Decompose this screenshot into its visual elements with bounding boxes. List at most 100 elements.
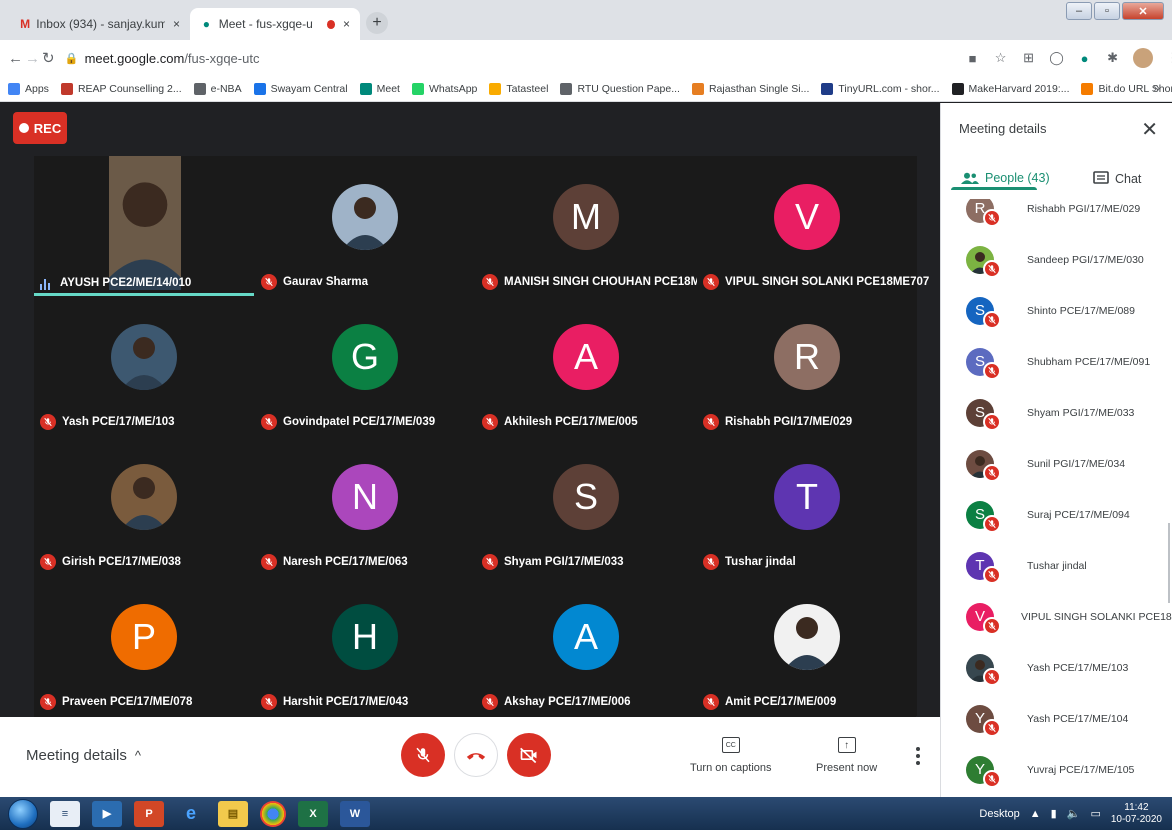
address-bar[interactable]: 🔒 meet.google.com/fus-xgqe-utc xyxy=(65,44,965,72)
bookmark-item[interactable]: REAP Counselling 2... xyxy=(60,82,182,95)
bookmark-label: Apps xyxy=(25,82,49,95)
bookmark-item[interactable]: Meet xyxy=(359,82,400,95)
bookmarks-overflow-icon[interactable]: » xyxy=(1153,81,1160,95)
profile-avatar-icon[interactable] xyxy=(1132,48,1153,68)
forward-icon[interactable]: → xyxy=(25,47,40,69)
participant-list-item[interactable]: T Tushar jindal xyxy=(941,540,1172,591)
participant-tile[interactable]: S Shyam PGI/17/ME/033 xyxy=(476,436,696,576)
participant-tile[interactable]: Girish PCE/17/ME/038 xyxy=(34,436,254,576)
bookmark-item[interactable]: TinyURL.com - shor... xyxy=(821,82,940,95)
participant-list-item[interactable]: S Shyam PGI/17/ME/033 xyxy=(941,387,1172,438)
camera-off-button[interactable] xyxy=(507,733,551,777)
participant-nameplate: Akhilesh PCE/17/ME/005 xyxy=(482,414,638,430)
bookmark-item[interactable]: MakeHarvard 2019:... xyxy=(951,82,1069,95)
minimize-icon[interactable]: ‒ xyxy=(1066,2,1092,20)
bookmark-item[interactable]: Rajasthan Single Si... xyxy=(691,82,809,95)
present-now-button[interactable]: ↑ Present now xyxy=(816,737,877,774)
star-icon[interactable]: ☆ xyxy=(993,50,1009,66)
notepad-app-icon[interactable]: ≡ xyxy=(50,800,80,827)
more-options-icon[interactable] xyxy=(916,747,920,765)
participant-tile[interactable]: Amit PCE/17/ME/009 xyxy=(697,576,917,716)
media-player-app-icon[interactable]: ▶ xyxy=(92,800,122,827)
participant-tile[interactable]: AYUSH PCE2/ME/14/010 xyxy=(34,156,254,296)
bookmark-item[interactable]: Apps xyxy=(8,82,49,95)
participant-tile[interactable]: N Naresh PCE/17/ME/063 xyxy=(255,436,475,576)
participant-tile[interactable]: A Akhilesh PCE/17/ME/005 xyxy=(476,296,696,436)
captions-button[interactable]: CC Turn on captions xyxy=(690,737,772,774)
close-window-icon[interactable]: ✕ xyxy=(1122,2,1164,20)
participant-list-item[interactable]: Y Yuvraj PCE/17/ME/105 xyxy=(941,744,1172,795)
new-tab-button[interactable]: + xyxy=(366,12,388,34)
internet-explorer-app-icon[interactable]: e xyxy=(176,801,206,827)
tab-people[interactable]: People (43) xyxy=(961,171,1050,185)
bookmark-label: Bit.do URL Shorten... xyxy=(1098,82,1172,95)
panel-title: Meeting details xyxy=(959,121,1047,136)
maximize-icon[interactable]: ▫ xyxy=(1094,2,1120,20)
url-host: meet.google.com xyxy=(84,50,185,66)
excel-app-icon[interactable]: X xyxy=(298,800,328,827)
participant-list-item[interactable]: V VIPUL SINGH SOLANKI PCE18... xyxy=(941,591,1172,642)
bookmark-item[interactable]: Tatasteel xyxy=(489,82,548,95)
microphone-off-button[interactable] xyxy=(401,733,445,777)
meet-extension-icon[interactable]: ● xyxy=(1077,50,1093,66)
grid-extension-icon[interactable]: ⊞ xyxy=(1021,50,1037,66)
participant-tile[interactable]: G Govindpatel PCE/17/ME/039 xyxy=(255,296,475,436)
tab-inbox[interactable]: M Inbox (934) - sanjay.kumawat@p × xyxy=(10,8,190,40)
start-button[interactable] xyxy=(8,798,38,829)
participant-list-item[interactable]: Yash PCE/17/ME/103 xyxy=(941,642,1172,693)
participant-list-name: Tushar jindal xyxy=(1027,559,1087,572)
people-list-scrollbar[interactable] xyxy=(1168,523,1170,603)
back-icon[interactable]: ← xyxy=(8,47,23,69)
close-tab-icon[interactable]: × xyxy=(173,17,180,31)
participant-tile[interactable]: R Rishabh PGI/17/ME/029 xyxy=(697,296,917,436)
circle-extension-icon[interactable]: ◯ xyxy=(1049,50,1065,66)
participant-list-name: Yuvraj PCE/17/ME/105 xyxy=(1027,763,1135,776)
participant-tile[interactable]: M MANISH SINGH CHOUHAN PCE18ME703 xyxy=(476,156,727,296)
tab-chat[interactable]: Chat xyxy=(1093,171,1141,187)
close-icon[interactable]: ✕ xyxy=(1141,117,1158,142)
meeting-details-toggle[interactable]: Meeting details ^ xyxy=(26,747,141,764)
desktop-toolbar[interactable]: Desktop xyxy=(979,808,1019,820)
mic-off-icon xyxy=(703,694,719,710)
bookmark-item[interactable]: WhatsApp xyxy=(411,82,478,95)
puzzle-icon[interactable]: ✱ xyxy=(1105,50,1121,66)
participant-list-item[interactable]: S Shinto PCE/17/ME/089 xyxy=(941,285,1172,336)
bookmark-item[interactable]: Swayam Central xyxy=(253,82,348,95)
participant-list-item[interactable]: S Suraj PCE/17/ME/094 xyxy=(941,489,1172,540)
participant-tile[interactable]: P Praveen PCE/17/ME/078 xyxy=(34,576,254,716)
notification-icon[interactable]: ▭ xyxy=(1090,807,1100,820)
participant-tile[interactable]: Yash PCE/17/ME/103 xyxy=(34,296,254,436)
participant-list-item[interactable]: S Shubham PCE/17/ME/091 xyxy=(941,336,1172,387)
participant-tile[interactable]: V VIPUL SINGH SOLANKI PCE18ME707 xyxy=(697,156,929,296)
participant-tile[interactable]: A Akshay PCE/17/ME/006 xyxy=(476,576,696,716)
participant-name: Govindpatel PCE/17/ME/039 xyxy=(283,416,436,428)
leave-call-button[interactable] xyxy=(454,733,498,777)
participant-tile[interactable]: T Tushar jindal xyxy=(697,436,917,576)
tab-meet[interactable]: ● Meet - fus-xgqe-utc × xyxy=(190,8,360,40)
mic-off-icon xyxy=(983,617,1001,635)
participant-list-item[interactable]: R Rishabh PGI/17/ME/029 xyxy=(941,199,1172,234)
participant-list-item[interactable]: Sunil PGI/17/ME/034 xyxy=(941,438,1172,489)
camera-icon[interactable]: ■ xyxy=(965,50,981,66)
participant-tile[interactable]: H Harshit PCE/17/ME/043 xyxy=(255,576,475,716)
reload-icon[interactable]: ↻ xyxy=(42,47,55,69)
tray-expand-icon[interactable]: ▲ xyxy=(1030,808,1041,820)
powerpoint-app-icon[interactable]: P xyxy=(134,800,164,827)
close-tab-icon[interactable]: × xyxy=(343,17,350,31)
participant-name: Girish PCE/17/ME/038 xyxy=(62,556,181,568)
menu-icon[interactable]: ⋮ xyxy=(1165,50,1172,66)
clock[interactable]: 11:42 10-07-2020 xyxy=(1111,802,1162,826)
bookmark-label: WhatsApp xyxy=(428,82,478,95)
network-icon[interactable]: ▮ xyxy=(1051,807,1057,820)
chrome-app-icon[interactable] xyxy=(260,800,286,827)
participant-photo xyxy=(332,184,398,250)
mic-off-icon xyxy=(482,554,498,570)
word-app-icon[interactable]: W xyxy=(340,800,370,827)
participant-list-item[interactable]: Sandeep PGI/17/ME/030 xyxy=(941,234,1172,285)
file-explorer-app-icon[interactable]: ▤ xyxy=(218,800,248,827)
bookmark-item[interactable]: e-NBA xyxy=(193,82,242,95)
bookmark-item[interactable]: RTU Question Pape... xyxy=(560,82,680,95)
participant-tile[interactable]: Gaurav Sharma xyxy=(255,156,475,296)
volume-icon[interactable]: 🔈 xyxy=(1067,807,1081,820)
participant-list-item[interactable]: Y Yash PCE/17/ME/104 xyxy=(941,693,1172,744)
